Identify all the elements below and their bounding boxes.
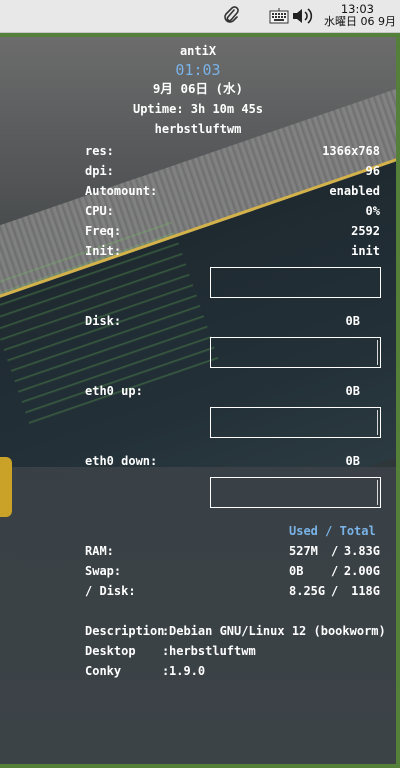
row-label: CPU:: [85, 204, 114, 218]
row-value: 0B: [345, 454, 360, 468]
paperclip-icon[interactable]: [222, 5, 240, 25]
row-label: Conky: [85, 664, 122, 678]
row-label: dpi:: [85, 164, 114, 178]
row-label: eth0 down:: [85, 454, 158, 468]
row-label: Swap:: [85, 564, 122, 578]
memory-header: Used / Total: [289, 523, 376, 539]
row-label: eth0 up:: [85, 384, 143, 398]
row-value: 96: [365, 164, 380, 178]
row-value: 0B: [345, 384, 360, 398]
info-row-description: Description : Debian GNU/Linux 12 (bookw…: [85, 623, 386, 639]
desktop-screen: 13:03 水曜日 06 9月 antiX 01:03 9月 06日 (水) U…: [0, 0, 400, 768]
disk-graph: [210, 337, 381, 368]
row-value: 1366x768: [322, 144, 380, 158]
row-value: init: [351, 244, 380, 258]
info-row-freq: Freq: 2592: [85, 223, 380, 239]
row-value: 0B: [345, 314, 360, 328]
memory-row-ram: RAM: 527M / 3.83G: [85, 543, 385, 559]
row-total: 118G: [351, 584, 380, 598]
info-row-desktop: Desktop : herbstluftwm: [85, 643, 385, 659]
info-row-cpu: CPU: 0%: [85, 203, 380, 219]
row-value: 0%: [365, 204, 380, 218]
io-row-eth0-down: eth0 down: 0B: [85, 453, 360, 469]
row-label: Freq:: [85, 224, 122, 238]
top-panel: 13:03 水曜日 06 9月: [0, 0, 400, 33]
row-label: Desktop: [85, 644, 136, 658]
row-label: RAM:: [85, 544, 114, 558]
row-total: 3.83G: [343, 544, 380, 558]
row-label: / Disk:: [85, 584, 136, 598]
keyboard-icon[interactable]: [269, 8, 289, 24]
info-row-resolution: res: 1366x768: [85, 143, 380, 159]
row-value: Debian GNU/Linux 12 (bookworm): [169, 624, 386, 638]
row-used: 0B: [289, 564, 304, 578]
eth0-down-graph: [210, 477, 381, 508]
memory-row-swap: Swap: 0B / 2.00G: [85, 563, 385, 579]
conky-date: 9月 06日 (水): [152, 81, 244, 96]
info-row-conky: Conky : 1.9.0: [85, 663, 385, 679]
row-label: Description: [85, 624, 165, 638]
row-value: enabled: [329, 184, 380, 198]
info-row-automount: Automount: enabled: [85, 183, 380, 199]
row-total: 2.00G: [343, 564, 380, 578]
conky-clock: 01:03: [175, 61, 221, 79]
memory-header-total: Total: [339, 524, 376, 538]
memory-header-used: Used: [289, 524, 318, 538]
conky-uptime: Uptime: 3h 10m 45s: [132, 102, 264, 116]
row-label: Automount:: [85, 184, 158, 198]
eth0-up-graph: [210, 407, 381, 438]
io-row-eth0-up: eth0 up: 0B: [85, 383, 360, 399]
panel-clock-date[interactable]: 水曜日 06 9月: [324, 15, 396, 29]
row-value: 1.9.0: [169, 664, 206, 678]
memory-row-disk: / Disk: 8.25G / 118G: [85, 583, 385, 599]
memory-header-sep: /: [325, 524, 333, 538]
row-label: res:: [85, 144, 114, 158]
panel-clock-time[interactable]: 13:03: [341, 2, 374, 16]
conky-window-manager: herbstluftwm: [154, 122, 242, 136]
volume-icon[interactable]: [291, 6, 315, 26]
conky-title: antiX: [179, 44, 217, 58]
row-label: Disk:: [85, 314, 122, 328]
info-row-init: Init: init: [85, 243, 380, 259]
io-row-disk: Disk: 0B: [85, 313, 360, 329]
row-value: herbstluftwm: [169, 644, 256, 658]
row-label: Init:: [85, 244, 122, 258]
info-row-dpi: dpi: 96: [85, 163, 380, 179]
row-value: 2592: [351, 224, 380, 238]
row-used: 8.25G: [289, 584, 326, 598]
cpu-graph: [210, 267, 381, 298]
row-used: 527M: [289, 544, 318, 558]
